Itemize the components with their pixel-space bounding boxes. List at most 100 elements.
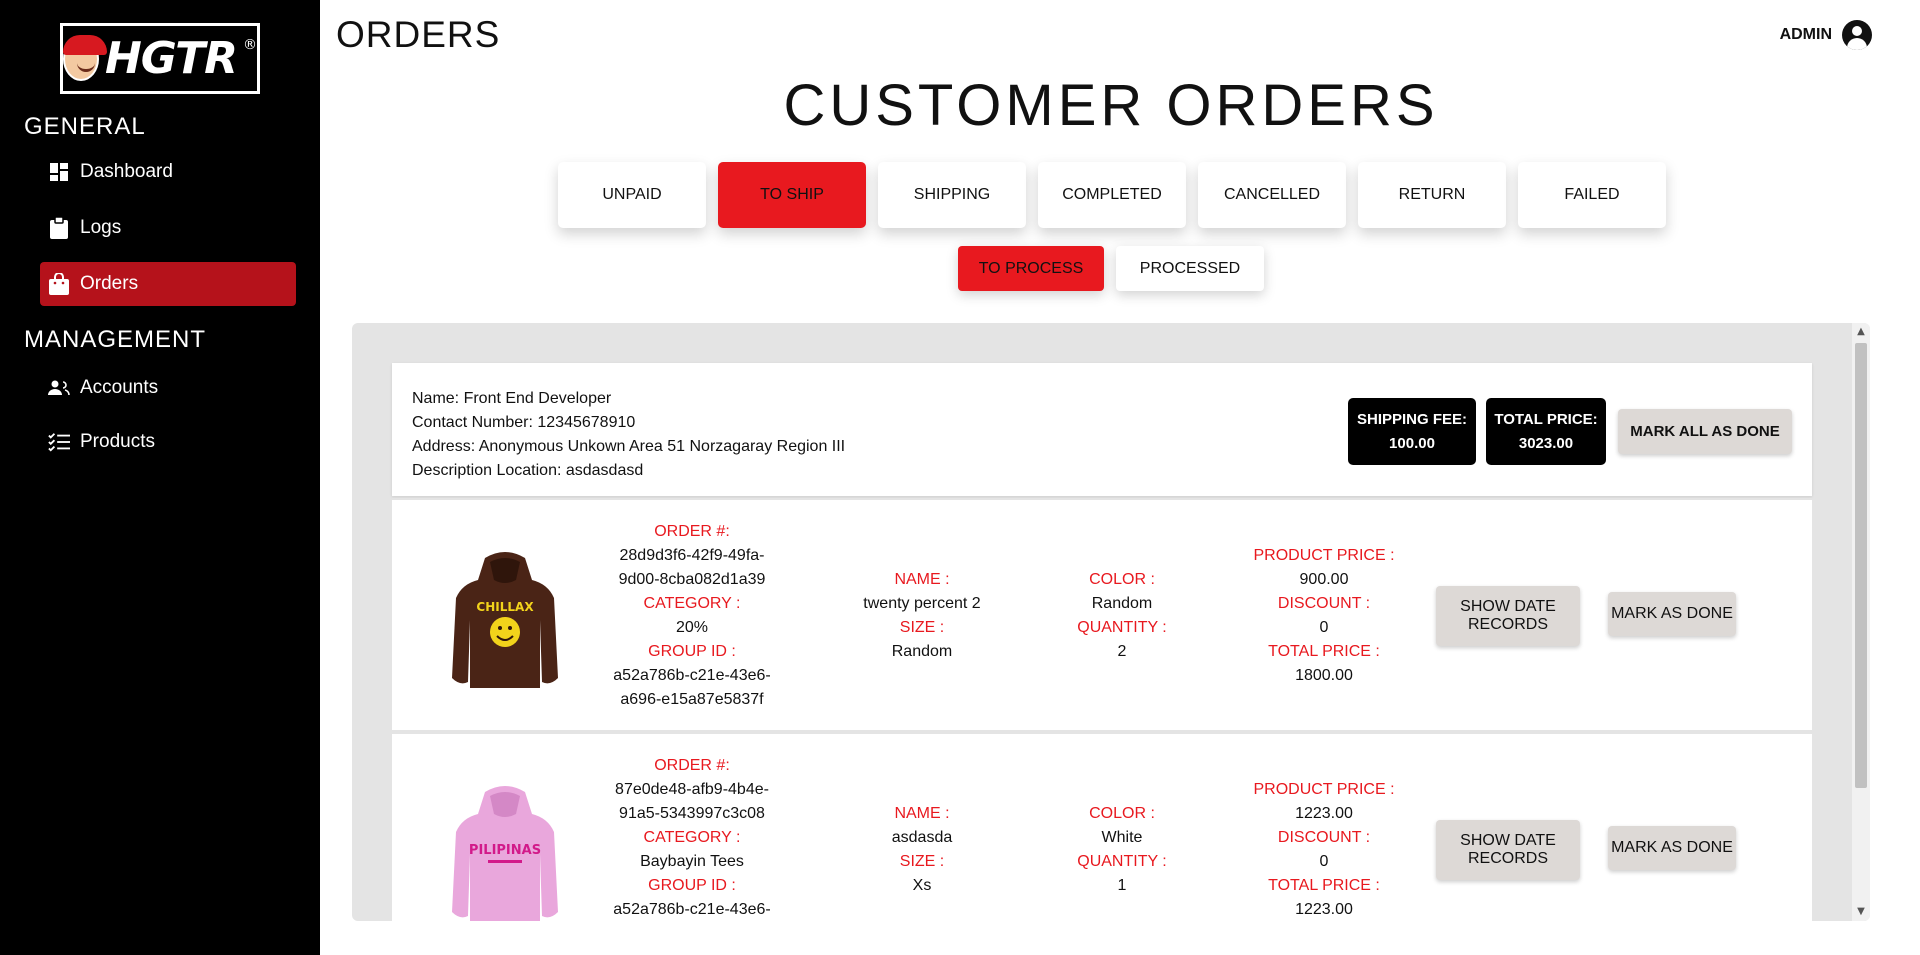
mark-all-done-button[interactable]: MARK ALL AS DONE — [1618, 409, 1792, 454]
sidebar-item-orders[interactable]: Orders — [40, 262, 296, 306]
users-icon — [48, 377, 70, 399]
customer-contact: Contact Number: 12345678910 — [412, 414, 636, 431]
registered-mark: ® — [243, 36, 257, 53]
sidebar-item-dashboard[interactable]: Dashboard — [40, 150, 296, 194]
section-title-general: GENERAL — [24, 113, 146, 140]
order-id-column: ORDER #: 87e0de48-afb9-4b4e- 91a5-534399… — [582, 754, 802, 921]
show-date-records-button[interactable]: SHOW DATE RECORDS — [1436, 820, 1580, 880]
customer-description: Description Location: asdasdasd — [412, 462, 644, 479]
product-price-value: 1223.00 — [1295, 805, 1353, 822]
tab-to-ship[interactable]: TO SHIP — [718, 162, 866, 228]
panel-scrollbar[interactable]: ▲ ▼ — [1852, 323, 1870, 921]
total-price-badge: TOTAL PRICE: 3023.00 — [1486, 398, 1606, 465]
order-number-value: 87e0de48-afb9-4b4e- — [615, 781, 769, 798]
quantity-label: QUANTITY : — [1077, 853, 1167, 870]
tab-completed[interactable]: COMPLETED — [1038, 162, 1186, 228]
total-price-label: TOTAL PRICE : — [1268, 643, 1380, 660]
price-column: PRODUCT PRICE : 900.00 DISCOUNT : 0 TOTA… — [1224, 544, 1424, 688]
category-value: Baybayin Tees — [640, 853, 744, 870]
color-column: COLOR : White QUANTITY : 1 — [1032, 802, 1212, 898]
price-column: PRODUCT PRICE : 1223.00 DISCOUNT : 0 TOT… — [1224, 778, 1424, 921]
discount-label: DISCOUNT : — [1277, 829, 1371, 846]
user-menu[interactable]: ADMIN — [1780, 20, 1872, 50]
sidebar-item-logs[interactable]: Logs — [40, 206, 296, 250]
product-image-pink-hoodie: PILIPINAS — [452, 786, 558, 921]
customer-info: Name: Front End Developer Contact Number… — [412, 387, 845, 483]
category-label: CATEGORY : — [643, 829, 741, 846]
order-number-label: ORDER #: — [654, 523, 730, 540]
subtab-processed[interactable]: PROCESSED — [1116, 246, 1264, 291]
user-name: ADMIN — [1779, 26, 1832, 43]
size-value: Xs — [912, 877, 932, 894]
total-price-value: 1800.00 — [1295, 667, 1353, 684]
sidebar-item-label: Accounts — [80, 377, 159, 398]
name-value: asdasda — [891, 829, 953, 846]
order-id-column: ORDER #: 28d9d3f6-42f9-49fa- 9d00-8cba08… — [582, 520, 802, 712]
color-column: COLOR : Random QUANTITY : 2 — [1032, 568, 1212, 664]
name-label: NAME : — [894, 805, 950, 822]
shipping-fee-value: 100.00 — [1389, 434, 1435, 452]
color-value: White — [1101, 829, 1143, 846]
tab-unpaid[interactable]: UNPAID — [558, 162, 706, 228]
total-price-label: TOTAL PRICE: — [1494, 410, 1598, 428]
group-id-value: a52a786b-c21e-43e6- — [613, 901, 771, 918]
print-text: CHILLAX — [476, 600, 534, 614]
show-date-records-button[interactable]: SHOW DATE RECORDS — [1436, 586, 1580, 646]
order-number-label: ORDER #: — [654, 757, 730, 774]
product-price-label: PRODUCT PRICE : — [1253, 781, 1395, 798]
category-label: CATEGORY : — [643, 595, 741, 612]
size-value: Random — [891, 643, 953, 660]
total-price-label: TOTAL PRICE : — [1268, 877, 1380, 894]
name-column: NAME : twenty percent 2 SIZE : Random — [822, 568, 1022, 664]
orders-panel: Name: Front End Developer Contact Number… — [352, 323, 1870, 921]
tab-shipping[interactable]: SHIPPING — [878, 162, 1026, 228]
discount-value: 0 — [1319, 853, 1329, 870]
tab-failed[interactable]: FAILED — [1518, 162, 1666, 228]
discount-value: 0 — [1319, 619, 1329, 636]
account-circle-icon — [1842, 20, 1872, 50]
scroll-down-arrow-icon[interactable]: ▼ — [1855, 905, 1867, 919]
customer-address: Address: Anonymous Unkown Area 51 Norzag… — [412, 438, 846, 455]
shipping-fee-label: SHIPPING FEE: — [1356, 410, 1468, 428]
shopping-bag-icon — [48, 273, 70, 295]
dashboard-icon — [48, 161, 70, 183]
checklist-icon — [48, 431, 70, 453]
order-number-value-cont: 91a5-5343997c3c08 — [619, 805, 765, 822]
sidebar-item-products[interactable]: Products — [40, 420, 296, 464]
group-id-label: GROUP ID : — [648, 877, 736, 894]
subtab-to-process[interactable]: TO PROCESS — [958, 246, 1104, 291]
page-title: ORDERS — [336, 14, 501, 55]
sidebar-item-label: Products — [80, 431, 155, 452]
group-id-label: GROUP ID : — [648, 643, 736, 660]
order-row: PILIPINAS ORDER #: 87e0de48-afb9-4b4e- 9… — [392, 732, 1812, 921]
order-row: CHILLAX ORDER #: 28d9d3f6-42f9-49fa- 9d0… — [392, 498, 1812, 730]
category-value: 20% — [675, 619, 709, 636]
group-id-value: a52a786b-c21e-43e6- — [613, 667, 771, 684]
size-label: SIZE : — [899, 619, 945, 636]
color-label: COLOR : — [1089, 571, 1155, 588]
brand-logo[interactable]: HGTR ® — [60, 23, 260, 94]
tab-return[interactable]: RETURN — [1358, 162, 1506, 228]
sidebar-item-accounts[interactable]: Accounts — [40, 366, 296, 410]
scroll-up-arrow-icon[interactable]: ▲ — [1855, 325, 1867, 339]
main-content: ORDERS ADMIN CUSTOMER ORDERS UNPAID TO S… — [320, 0, 1902, 955]
mark-as-done-button[interactable]: MARK AS DONE — [1608, 826, 1736, 870]
tab-cancelled[interactable]: CANCELLED — [1198, 162, 1346, 228]
total-price-value: 3023.00 — [1518, 434, 1574, 452]
section-title-management: MANAGEMENT — [24, 326, 207, 353]
process-subtabs: TO PROCESS PROCESSED — [958, 246, 1264, 291]
name-label: NAME : — [894, 571, 950, 588]
product-price-value: 900.00 — [1299, 571, 1349, 588]
sidebar-item-label: Logs — [80, 217, 122, 238]
discount-label: DISCOUNT : — [1277, 595, 1371, 612]
status-tabs: UNPAID TO SHIP SHIPPING COMPLETED CANCEL… — [558, 162, 1666, 228]
clipboard-icon — [48, 217, 70, 239]
mascot-logo-icon — [62, 34, 107, 81]
color-label: COLOR : — [1089, 805, 1155, 822]
customer-name: Name: Front End Developer — [412, 390, 612, 407]
quantity-value: 1 — [1117, 877, 1127, 894]
total-price-value: 1223.00 — [1295, 901, 1353, 918]
mark-as-done-button[interactable]: MARK AS DONE — [1608, 592, 1736, 636]
order-number-value: 28d9d3f6-42f9-49fa- — [619, 547, 765, 564]
scroll-thumb[interactable] — [1855, 343, 1867, 788]
